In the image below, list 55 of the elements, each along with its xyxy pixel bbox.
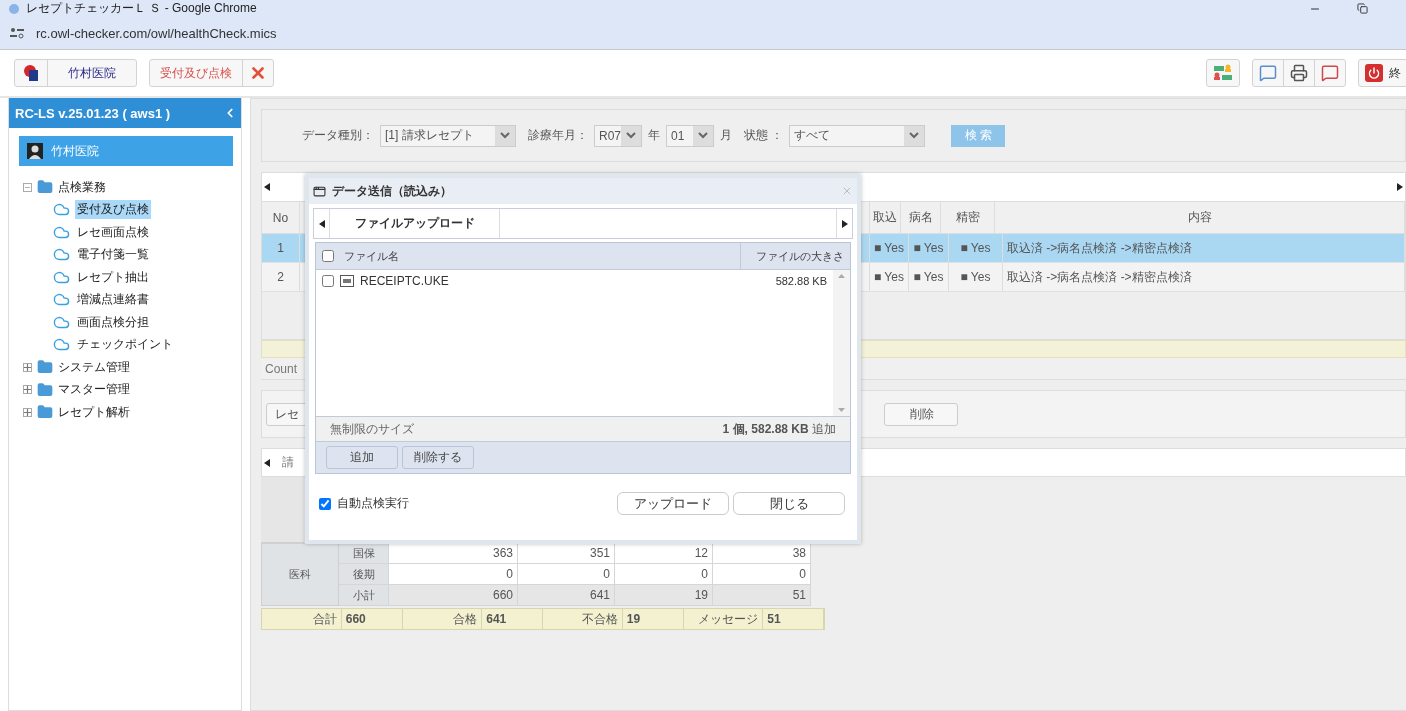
table-cell: 660	[389, 585, 518, 606]
table-cell: ■ Yes	[948, 263, 1003, 291]
table-cell: 12	[615, 543, 713, 564]
group-label: 医科	[261, 543, 339, 606]
table-cell: ■ Yes	[908, 263, 949, 291]
total-label: 不合格	[543, 609, 623, 629]
upload-summary: 1 個, 582.88 KB 追加	[722, 420, 836, 438]
dialog-title: データ送信（読込み）	[332, 182, 453, 200]
total-value: 641	[482, 609, 543, 629]
total-value: 660	[341, 609, 403, 629]
column-header: 取込	[870, 202, 901, 233]
table-cell: 363	[389, 543, 518, 564]
column-header: 内容	[995, 202, 1405, 233]
total-value: 19	[622, 609, 684, 629]
column-header: 精密	[941, 202, 995, 233]
unit-label: 年	[648, 127, 660, 144]
table-cell: 38	[713, 543, 811, 564]
table-cell: 19	[615, 585, 713, 606]
column-header: 病名	[901, 202, 941, 233]
table-cell: 2	[262, 263, 300, 291]
table-cell: 1	[262, 234, 300, 262]
table-cell: 0	[713, 564, 811, 585]
column-header: ファイルの大きさ	[740, 243, 850, 269]
total-value: 51	[763, 609, 824, 629]
unit-label: 月	[720, 127, 732, 144]
table-cell: 取込済 ->病名点検済 ->精密点検済	[1002, 234, 1405, 262]
checkbox-label: 自動点検実行	[337, 495, 409, 512]
table-cell: 0	[518, 564, 615, 585]
file-name: RECEIPTC.UKE	[360, 274, 450, 288]
field-label: 状態 ：	[744, 127, 784, 144]
table-cell: 351	[518, 543, 615, 564]
window-title: レセプトチェッカーＬ Ｓ - Google Chrome	[26, 0, 258, 17]
user-name: 竹村医院	[51, 142, 99, 160]
field-label: データ種別：	[302, 127, 374, 144]
table-cell: 51	[713, 585, 811, 606]
column-header: No	[262, 202, 300, 233]
table-cell: 641	[518, 585, 615, 606]
count-label: Count	[265, 361, 298, 376]
table-cell: ■ Yes	[870, 234, 909, 262]
total-label: 合格	[402, 609, 483, 629]
table-cell: 0	[389, 564, 518, 585]
column-header: ファイル名	[344, 248, 399, 264]
table-cell: 国保	[339, 543, 389, 564]
total-label: メッセージ	[683, 609, 764, 629]
app-version: RC-LS v.25.01.23 ( aws1 )	[15, 105, 171, 121]
total-label: 合計	[262, 609, 342, 629]
table-cell: 取込済 ->病名点検済 ->精密点検済	[1002, 263, 1405, 291]
table-cell: 小計	[339, 585, 389, 606]
table-cell: ■ Yes	[908, 234, 949, 262]
table-cell: 後期	[339, 564, 389, 585]
file-size: 582.88 KB	[775, 275, 827, 287]
table-cell: ■ Yes	[948, 234, 1003, 262]
table-cell: ■ Yes	[870, 263, 909, 291]
table-cell: 0	[615, 564, 713, 585]
field-label: 診療年月：	[528, 127, 588, 144]
